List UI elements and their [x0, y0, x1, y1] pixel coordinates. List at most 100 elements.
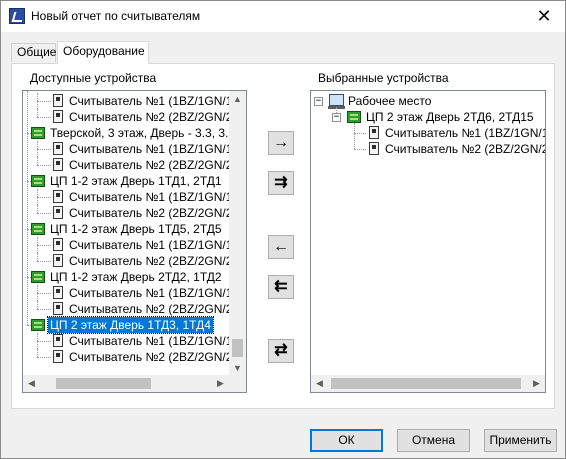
controller-tree-item[interactable]: ЦП 1-2 этаж Дверь 1ТД1, 2ТД1	[31, 173, 224, 189]
reader-tree-item[interactable]: Считыватель №2 (2BZ/2GN/2RD	[369, 141, 545, 157]
apply-button[interactable]: Применить	[484, 429, 557, 452]
controller-tree-item[interactable]: ЦП 1-2 этаж Дверь 1ТД5, 2ТД5	[31, 221, 224, 237]
card-reader-icon	[53, 110, 63, 123]
tree-item-label: Тверской, 3 этаж, Дверь - 3.3, 3.1	[50, 126, 236, 140]
reader-tree-item[interactable]: Считыватель №1 (1BZ/1GN/1RD	[369, 125, 545, 141]
card-reader-icon	[53, 334, 63, 347]
scroll-thumb-h[interactable]	[331, 378, 521, 389]
tree-item-label: ЦП 2 этаж Дверь 1ТД3, 1ТД4	[47, 316, 214, 334]
scroll-left-icon[interactable]: ◀	[311, 375, 328, 392]
controller-tree-item[interactable]: ЦП 2 этаж Дверь 1ТД3, 1ТД4	[31, 316, 214, 334]
tree-item-label: ЦП 1-2 этаж Дверь 1ТД1, 2ТД1	[50, 174, 222, 188]
workstation-tree-item[interactable]: Рабочее место	[328, 93, 433, 109]
computer-icon	[328, 94, 345, 109]
selected-devices-tree[interactable]: − Рабочее место − ЦП 2 этаж Дверь 2ТД6, 2ТД…	[310, 90, 546, 393]
tree-connector-line	[37, 261, 51, 262]
reader-tree-item[interactable]: Считыватель №2 (2BZ/2GN/2F	[53, 205, 242, 221]
tree-connector-line	[37, 165, 51, 166]
tree-item-label: ЦП 1-2 этаж Дверь 2ТД2, 1ТД2	[50, 270, 222, 284]
tree-connector-line	[37, 357, 51, 358]
tree-item-label: Считыватель №1 (1BZ/1GN/1RD	[385, 126, 545, 140]
tree-item-label: Считыватель №2 (2BZ/2GN/2RD	[385, 142, 545, 156]
controller-board-icon	[31, 319, 45, 331]
tree-item-label: ЦП 2 этаж Дверь 2ТД6, 2ТД15	[366, 110, 534, 124]
tree-item-label: ЦП 1-2 этаж Дверь 1ТД5, 2ТД5	[50, 222, 222, 236]
swap-button[interactable]: ⇄	[268, 339, 294, 363]
controller-board-icon	[31, 175, 45, 187]
tab-general[interactable]: Общие	[11, 43, 56, 62]
add-selected-button[interactable]: →	[268, 131, 294, 155]
tree-item-label: Считыватель №2 (2BZ/2GN/2F	[69, 350, 240, 364]
reader-tree-item[interactable]: Считыватель №1 (1BZ/1GN/1F	[53, 93, 242, 109]
reader-tree-item[interactable]: Считыватель №2 (2BZ/2GN/2F	[53, 109, 242, 125]
reader-tree-item[interactable]: Считыватель №2 (2BZ/2GN/2F	[53, 253, 242, 269]
collapse-toggle-icon[interactable]: −	[314, 97, 323, 106]
tree-connector-line	[27, 91, 28, 325]
tree-connector-line	[37, 213, 51, 214]
controller-tree-item[interactable]: Тверской, 3 этаж, Дверь - 3.3, 3.1	[31, 125, 237, 141]
tree-connector-line	[37, 109, 38, 117]
tab-equipment[interactable]: Оборудование	[57, 41, 149, 64]
ok-button[interactable]: ОК	[310, 429, 383, 452]
tree-connector-line	[37, 309, 51, 310]
card-reader-icon	[53, 302, 63, 315]
available-devices-tree[interactable]: Считыватель №1 (1BZ/1GN/1F Считыватель №2…	[22, 90, 247, 393]
reader-tree-item[interactable]: Считыватель №2 (2BZ/2GN/2F	[53, 349, 242, 365]
tree-item-label: Считыватель №1 (1BZ/1GN/1F	[69, 142, 240, 156]
title-bar[interactable]: Новый отчет по считывателям ✕	[1, 1, 565, 32]
reader-tree-item[interactable]: Считыватель №1 (1BZ/1GN/1F	[53, 141, 242, 157]
reader-tree-item[interactable]: Считыватель №2 (2BZ/2GN/2F	[53, 301, 242, 317]
scroll-right-icon[interactable]: ▶	[528, 375, 545, 392]
card-reader-icon	[53, 206, 63, 219]
available-vertical-scrollbar[interactable]: ▲ ▼	[229, 91, 246, 377]
selected-devices-label: Выбранные устройства	[318, 71, 449, 85]
reader-tree-item[interactable]: Считыватель №1 (1BZ/1GN/1F	[53, 189, 242, 205]
scroll-corner	[229, 375, 246, 392]
card-reader-icon	[53, 190, 63, 203]
controller-board-icon	[347, 111, 361, 123]
tree-connector-line	[354, 149, 366, 150]
card-reader-icon	[369, 142, 379, 155]
controller-board-icon	[31, 223, 45, 235]
tree-item-label: Считыватель №2 (2BZ/2GN/2F	[69, 302, 240, 316]
remove-selected-button[interactable]: ←	[268, 235, 294, 259]
add-all-button[interactable]: ⇉	[268, 171, 294, 195]
card-reader-icon	[53, 254, 63, 267]
tree-connector-line	[37, 205, 38, 213]
scroll-right-icon[interactable]: ▶	[212, 375, 229, 392]
available-horizontal-scrollbar[interactable]: ◀ ▶	[23, 375, 229, 392]
arrow-left-icon: ←	[273, 238, 289, 255]
tree-connector-line	[37, 197, 51, 198]
cancel-button[interactable]: Отмена	[397, 429, 470, 452]
card-reader-icon	[53, 94, 63, 107]
scroll-up-icon[interactable]: ▲	[229, 91, 246, 108]
reader-tree-item[interactable]: Считыватель №1 (1BZ/1GN/1F	[53, 237, 242, 253]
tree-item-label: Считыватель №2 (2BZ/2GN/2F	[69, 158, 240, 172]
scroll-thumb-v[interactable]	[232, 339, 243, 357]
scroll-left-icon[interactable]: ◀	[23, 375, 40, 392]
reader-tree-item[interactable]: Считыватель №1 (1BZ/1GN/1F	[53, 285, 242, 301]
available-devices-label: Доступные устройства	[30, 71, 157, 85]
controller-tree-item[interactable]: ЦП 2 этаж Дверь 2ТД6, 2ТД15	[347, 109, 536, 125]
tree-item-label: Рабочее место	[348, 94, 432, 108]
arrow-right-icon: →	[273, 134, 289, 151]
remove-all-button[interactable]: ⇇	[268, 275, 294, 299]
double-arrow-right-icon: ⇉	[274, 174, 288, 191]
reader-tree-item[interactable]: Считыватель №1 (1BZ/1GN/1F	[53, 333, 242, 349]
selected-horizontal-scrollbar[interactable]: ◀ ▶	[311, 375, 545, 392]
tree-connector-line	[37, 301, 38, 309]
tree-connector-line	[37, 245, 51, 246]
scroll-thumb-h[interactable]	[56, 378, 151, 389]
card-reader-icon	[53, 238, 63, 251]
controller-board-icon	[31, 127, 45, 139]
close-button[interactable]: ✕	[523, 1, 565, 32]
tree-connector-line	[354, 133, 366, 134]
tree-item-label: Считыватель №1 (1BZ/1GN/1F	[69, 238, 240, 252]
card-reader-icon	[53, 158, 63, 171]
controller-tree-item[interactable]: ЦП 1-2 этаж Дверь 2ТД2, 1ТД2	[31, 269, 224, 285]
tree-connector-line	[354, 123, 355, 149]
card-reader-icon	[369, 126, 379, 139]
reader-tree-item[interactable]: Считыватель №2 (2BZ/2GN/2F	[53, 157, 242, 173]
collapse-toggle-icon[interactable]: −	[332, 113, 341, 122]
tree-item-label: Считыватель №1 (1BZ/1GN/1F	[69, 190, 240, 204]
